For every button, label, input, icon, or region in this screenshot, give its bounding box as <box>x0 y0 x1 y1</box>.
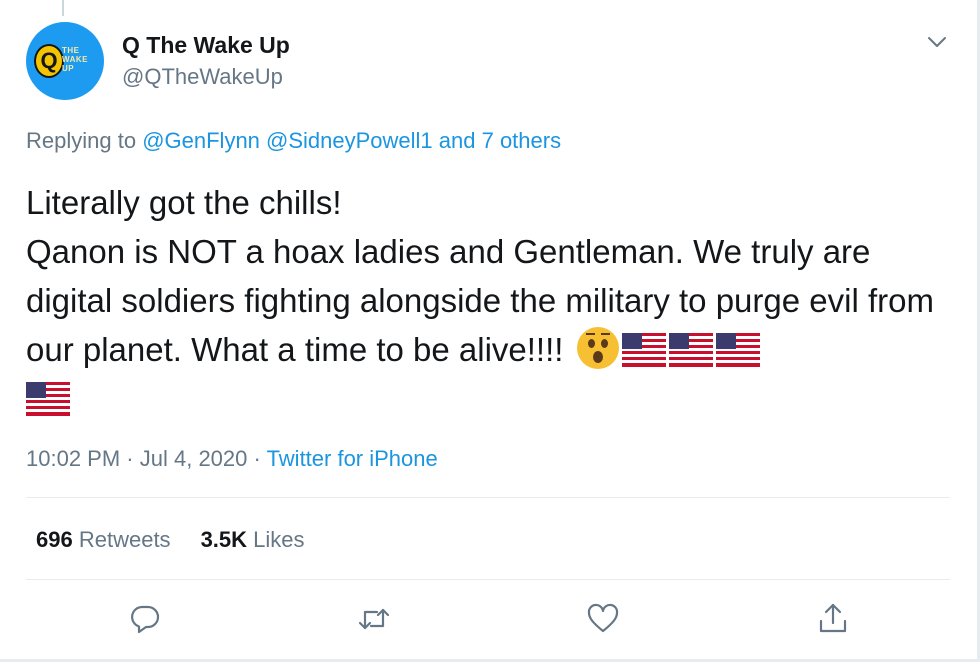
tweet-text: Literally got the chills! Qanon is NOT a… <box>26 178 946 423</box>
tweet-source-link[interactable]: Twitter for iPhone <box>267 446 438 471</box>
us-flag-emoji <box>668 333 713 367</box>
us-flag-emoji <box>621 333 666 367</box>
heart-icon[interactable] <box>586 602 620 636</box>
reply-mentions-link[interactable]: @GenFlynn @SidneyPowell1 and 7 others <box>142 128 561 153</box>
likes-label: Likes <box>253 527 305 552</box>
author-handle[interactable]: @QTheWakeUp <box>122 64 283 90</box>
retweets-stat[interactable]: 696 Retweets <box>36 527 171 552</box>
meta-separator: · <box>253 446 261 471</box>
likes-stat[interactable]: 3.5K Likes <box>201 527 305 552</box>
astonished-face-emoji <box>576 327 619 369</box>
likes-count: 3.5K <box>200 527 248 552</box>
share-icon[interactable] <box>816 602 850 636</box>
replying-to: Replying to @GenFlynn @SidneyPowell1 and… <box>26 128 561 154</box>
avatar-logo-text: THE WAKE UP <box>62 46 88 73</box>
thread-line <box>62 0 64 16</box>
tweet-metadata: 10:02 PM · Jul 4, 2020 · Twitter for iPh… <box>26 446 438 472</box>
chevron-down-icon[interactable] <box>926 34 948 50</box>
tweet-date[interactable]: Jul 4, 2020 <box>140 446 248 471</box>
replying-to-label: Replying to <box>26 128 137 153</box>
tweet-stats: 696 Retweets 3.5K Likes <box>36 527 305 553</box>
author-display-name[interactable]: Q The Wake Up <box>122 32 290 59</box>
us-flag-emoji <box>715 333 760 367</box>
tweet-text-line1: Literally got the chills! <box>26 184 342 221</box>
retweets-count: 696 <box>36 527 73 552</box>
divider <box>26 497 950 498</box>
reply-icon[interactable] <box>128 602 162 636</box>
tweet-text-body: Qanon is NOT a hoax ladies and Gentleman… <box>26 233 934 368</box>
divider <box>26 579 950 580</box>
avatar[interactable]: Q THE WAKE UP <box>26 22 104 100</box>
retweets-label: Retweets <box>78 527 171 552</box>
meta-separator: · <box>126 446 134 471</box>
tweet-time[interactable]: 10:02 PM <box>26 446 120 471</box>
us-flag-emoji <box>26 382 70 416</box>
avatar-logo-letter: Q <box>34 44 64 78</box>
retweet-icon[interactable] <box>357 602 391 636</box>
